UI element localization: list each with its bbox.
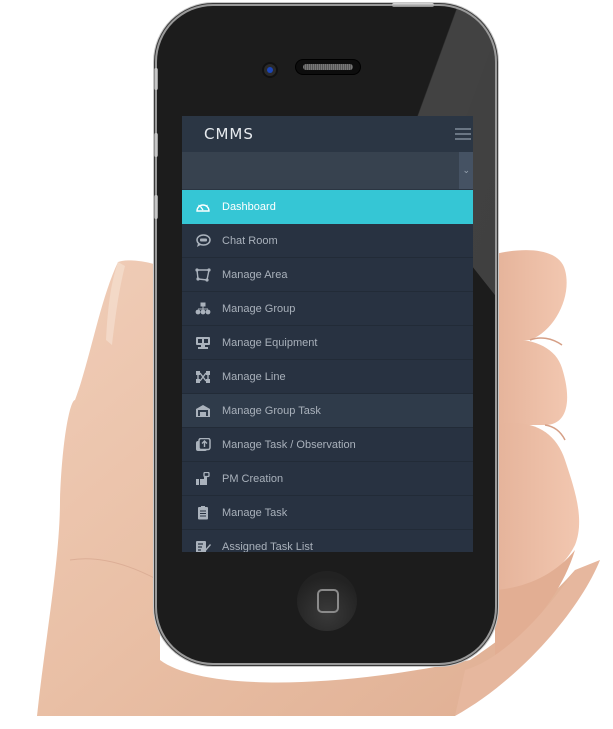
clipboard-icon <box>195 505 211 520</box>
line-network-icon <box>195 370 211 384</box>
sidebar-item-label: Manage Group Task <box>222 404 321 417</box>
equipment-monitor-icon <box>195 336 211 350</box>
sidebar-item-pm-creation[interactable]: PM Creation <box>182 462 473 496</box>
assigned-list-icon <box>195 540 211 552</box>
sidebar-item-manage-group-task[interactable]: Manage Group Task <box>182 394 473 428</box>
selector-dropdown-button[interactable]: ⌄ <box>459 152 473 189</box>
sidebar-item-dashboard[interactable]: Dashboard <box>182 190 473 224</box>
mute-switch <box>154 68 158 90</box>
sidebar-item-label: Manage Equipment <box>222 336 318 349</box>
volume-up-button <box>154 133 158 157</box>
app-screen: CMMS ⌄ Dashboard Chat Room Manage Area M… <box>182 116 473 552</box>
sidebar-menu: Dashboard Chat Room Manage Area Manage G… <box>182 190 473 552</box>
chat-bubble-icon <box>195 233 211 248</box>
power-button <box>392 3 434 7</box>
app-title: CMMS <box>204 125 254 143</box>
sidebar-item-manage-line[interactable]: Manage Line <box>182 360 473 394</box>
home-button[interactable] <box>297 571 357 631</box>
sidebar-item-label: Manage Area <box>222 268 288 281</box>
sidebar-item-label: Manage Group <box>222 302 296 315</box>
volume-down-button <box>154 195 158 219</box>
front-camera-icon <box>264 64 276 76</box>
sidebar-item-label: Dashboard <box>222 200 276 213</box>
dashboard-gauge-icon <box>195 200 211 214</box>
sidebar-item-label: Assigned Task List <box>222 540 313 553</box>
task-observation-icon <box>195 437 211 452</box>
earpiece-speaker <box>296 60 360 74</box>
sidebar-item-manage-task[interactable]: Manage Task <box>182 496 473 530</box>
phone-device: CMMS ⌄ Dashboard Chat Room Manage Area M… <box>157 6 495 663</box>
sidebar-item-label: Chat Room <box>222 234 278 247</box>
chevron-down-icon: ⌄ <box>462 165 470 175</box>
home-square-icon <box>317 589 339 613</box>
sidebar-item-manage-group[interactable]: Manage Group <box>182 292 473 326</box>
site-selector[interactable]: ⌄ <box>182 152 473 190</box>
sidebar-item-assigned-task-list[interactable]: Assigned Task List <box>182 530 473 552</box>
app-header: CMMS <box>182 116 473 152</box>
sidebar-item-label: PM Creation <box>222 472 284 485</box>
group-hierarchy-icon <box>195 302 211 316</box>
sidebar-item-label: Manage Line <box>222 370 286 383</box>
sidebar-item-manage-equipment[interactable]: Manage Equipment <box>182 326 473 360</box>
finger-2 <box>495 339 568 425</box>
group-task-icon <box>195 404 211 418</box>
hamburger-icon[interactable] <box>455 128 471 140</box>
sidebar-item-manage-area[interactable]: Manage Area <box>182 258 473 292</box>
sidebar-item-manage-task-observation[interactable]: Manage Task / Observation <box>182 428 473 462</box>
sidebar-item-label: Manage Task <box>222 506 288 519</box>
sidebar-item-label: Manage Task / Observation <box>222 438 356 451</box>
area-polygon-icon <box>195 267 211 282</box>
pm-creation-icon <box>195 471 211 486</box>
sidebar-item-chat-room[interactable]: Chat Room <box>182 224 473 258</box>
finger-1 <box>495 250 567 342</box>
